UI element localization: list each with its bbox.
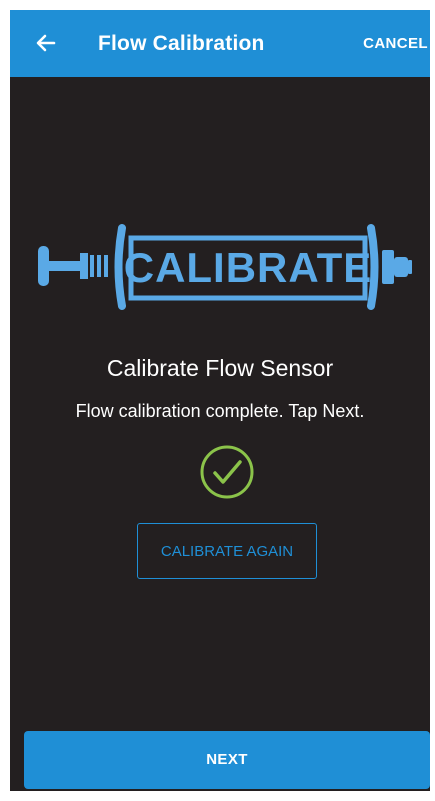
flow-calibration-screen: Flow Calibration CANCEL CALIBRATE Calibr… bbox=[10, 10, 430, 791]
calibration-heading: Calibrate Flow Sensor bbox=[106, 355, 334, 381]
next-button[interactable]: NEXT bbox=[24, 731, 430, 789]
calibrate-label: CALIBRATE bbox=[124, 244, 373, 291]
calibrate-again-button[interactable]: CALIBRATE AGAIN bbox=[137, 523, 317, 579]
syringe-plunger-icon bbox=[38, 246, 108, 286]
calibration-status-message: Flow calibration complete. Tap Next. bbox=[75, 401, 365, 421]
back-button[interactable] bbox=[28, 25, 64, 61]
page-title: Flow Calibration bbox=[98, 32, 265, 55]
cancel-button[interactable]: CANCEL bbox=[363, 34, 428, 54]
syringe-calibrate-illustration: CALIBRATE bbox=[38, 224, 412, 310]
arrow-left-icon bbox=[36, 34, 56, 52]
check-circle-icon bbox=[200, 445, 254, 499]
app-bar: Flow Calibration CANCEL bbox=[10, 10, 430, 77]
